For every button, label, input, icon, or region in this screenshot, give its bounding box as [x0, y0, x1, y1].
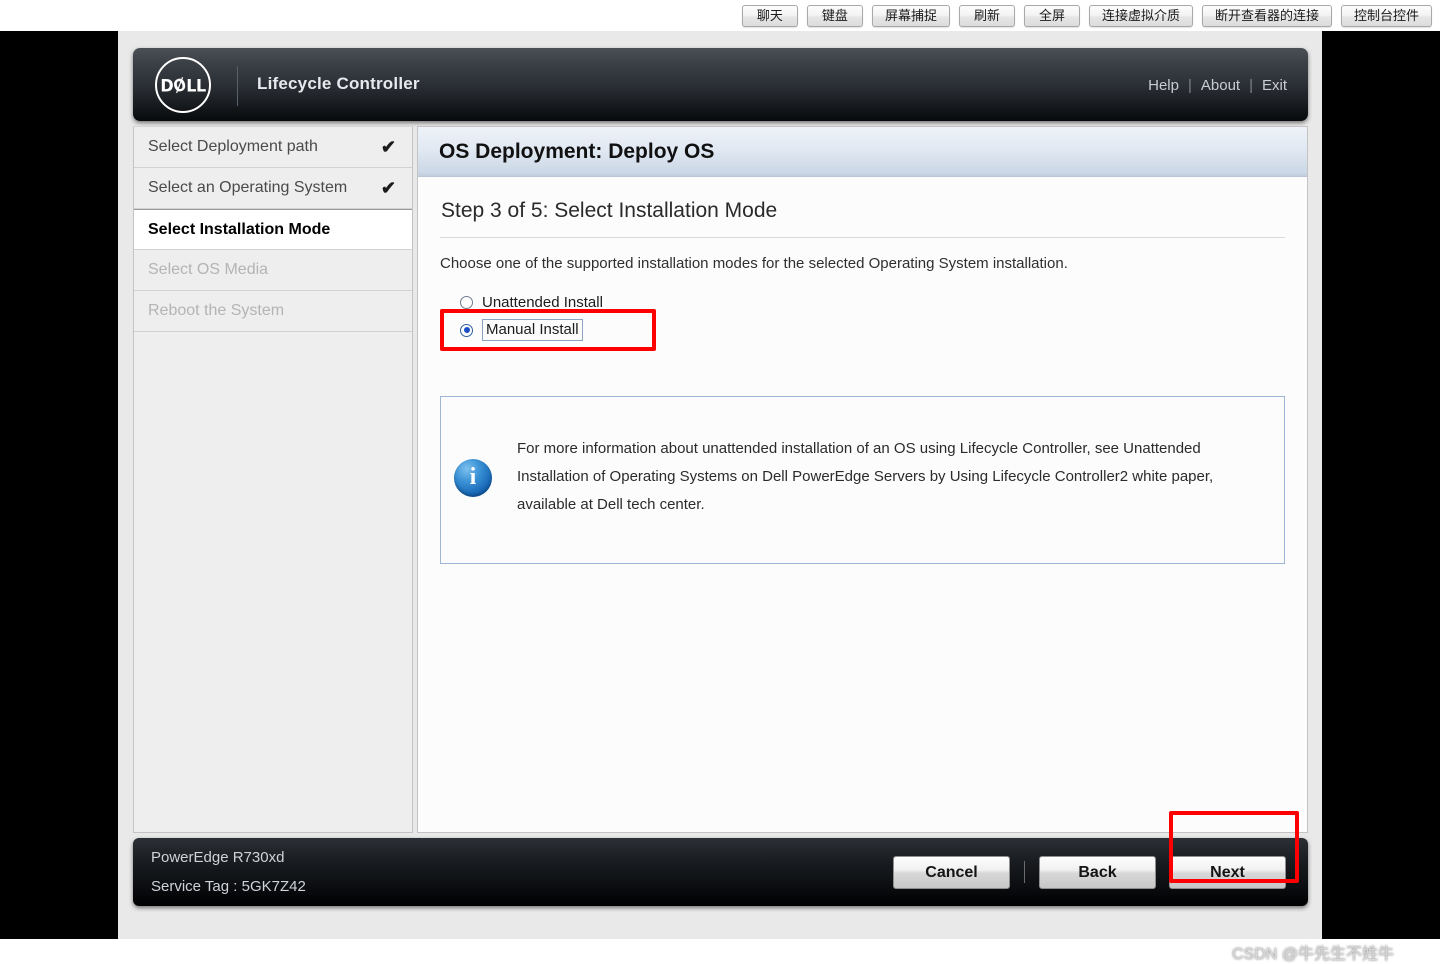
- header-links: Help | About | Exit: [1148, 77, 1287, 94]
- toolbar-button-refresh[interactable]: 刷新: [958, 4, 1015, 27]
- lifecycle-controller-app: DØLL Lifecycle Controller Help | About |…: [133, 48, 1308, 928]
- content-inner: Step 3 of 5: Select Installation Mode Ch…: [418, 177, 1307, 351]
- radio-label: Unattended Install: [482, 293, 603, 311]
- header-separator-1: |: [1187, 77, 1192, 94]
- content-titlebar: OS Deployment: Deploy OS: [418, 127, 1307, 177]
- sidebar-item-select-installation-mode[interactable]: Select Installation Mode: [134, 209, 412, 250]
- content-panel: OS Deployment: Deploy OS Step 3 of 5: Se…: [417, 126, 1308, 833]
- page-title: OS Deployment: Deploy OS: [439, 139, 715, 163]
- radio-dot-icon: [460, 295, 473, 309]
- radio-dot-icon: [460, 323, 473, 337]
- toolbar-button-console-controls[interactable]: 控制台控件: [1340, 4, 1432, 27]
- sidebar-item-select-deployment-path[interactable]: Select Deployment path ✔: [134, 127, 412, 168]
- service-tag: Service Tag : 5GK7Z42: [151, 878, 306, 895]
- sidebar-item-label: Select Installation Mode: [148, 220, 331, 238]
- wizard-steps-sidebar: Select Deployment path ✔ Select an Opera…: [133, 126, 413, 833]
- step-description: Choose one of the supported installation…: [440, 255, 1068, 272]
- sidebar-item-label: Select an Operating System: [148, 179, 348, 196]
- app-title: Lifecycle Controller: [257, 74, 420, 93]
- header-separator-2: |: [1249, 77, 1253, 94]
- checkmark-icon: ✔: [380, 177, 396, 198]
- info-icon: i: [454, 459, 492, 497]
- exit-link[interactable]: Exit: [1262, 77, 1287, 94]
- sidebar-item-label: Reboot the System: [148, 302, 285, 319]
- toolbar-button-disconnect-viewer[interactable]: 断开查看器的连接: [1201, 4, 1332, 27]
- viewer-toolbar: 聊天 键盘 屏幕捕捉 刷新 全屏 连接虚拟介质 断开查看器的连接 控制台控件: [0, 0, 1440, 31]
- app-header: DØLL Lifecycle Controller Help | About |…: [133, 48, 1308, 121]
- system-info: PowerEdge R730xd Service Tag : 5GK7Z42: [151, 843, 306, 901]
- cancel-button[interactable]: Cancel: [893, 855, 1010, 889]
- header-divider: [237, 66, 238, 106]
- step-title: Step 3 of 5: Select Installation Mode: [441, 199, 778, 222]
- console-letterbox-right: [1322, 31, 1440, 939]
- checkmark-icon: ✔: [380, 136, 396, 157]
- sidebar-item-select-os-media: Select OS Media: [134, 250, 412, 291]
- console-viewport: DØLL Lifecycle Controller Help | About |…: [0, 31, 1440, 963]
- installation-mode-radio-group: Unattended Install Manual Install: [440, 288, 1285, 351]
- dell-logo-icon: DØLL: [155, 57, 211, 113]
- app-body: Select Deployment path ✔ Select an Opera…: [133, 126, 1308, 833]
- next-button[interactable]: Next: [1169, 855, 1286, 889]
- info-callout: i For more information about unattended …: [440, 396, 1285, 564]
- app-footer: PowerEdge R730xd Service Tag : 5GK7Z42 C…: [133, 811, 1308, 906]
- info-callout-text: For more information about unattended in…: [517, 440, 1214, 513]
- sidebar-item-select-an-operating-system[interactable]: Select an Operating System ✔: [134, 168, 412, 209]
- toolbar-button-screen-capture[interactable]: 屏幕捕捉: [871, 4, 950, 27]
- toolbar-button-keyboard[interactable]: 键盘: [806, 4, 863, 27]
- toolbar-button-connect-virtual-media[interactable]: 连接虚拟介质: [1088, 4, 1193, 27]
- radio-manual-install[interactable]: Manual Install: [460, 316, 1285, 344]
- toolbar-button-fullscreen[interactable]: 全屏: [1023, 4, 1080, 27]
- radio-label: Manual Install: [482, 319, 583, 341]
- toolbar-button-chat[interactable]: 聊天: [741, 4, 798, 27]
- footer-actions: Cancel Back Next: [893, 855, 1286, 889]
- about-link[interactable]: About: [1201, 77, 1240, 94]
- help-link[interactable]: Help: [1148, 77, 1179, 94]
- sidebar-item-reboot-the-system: Reboot the System: [134, 291, 412, 332]
- button-separator: [1024, 861, 1025, 883]
- sidebar-item-label: Select Deployment path: [148, 138, 318, 155]
- sidebar-item-label: Select OS Media: [148, 261, 269, 278]
- divider: [440, 237, 1285, 238]
- radio-unattended-install[interactable]: Unattended Install: [460, 288, 1285, 316]
- console-letterbox-left: [0, 31, 118, 939]
- watermark: CSDN @牛先生不姓牛: [1232, 946, 1395, 963]
- system-model: PowerEdge R730xd: [151, 849, 285, 866]
- back-button[interactable]: Back: [1039, 855, 1156, 889]
